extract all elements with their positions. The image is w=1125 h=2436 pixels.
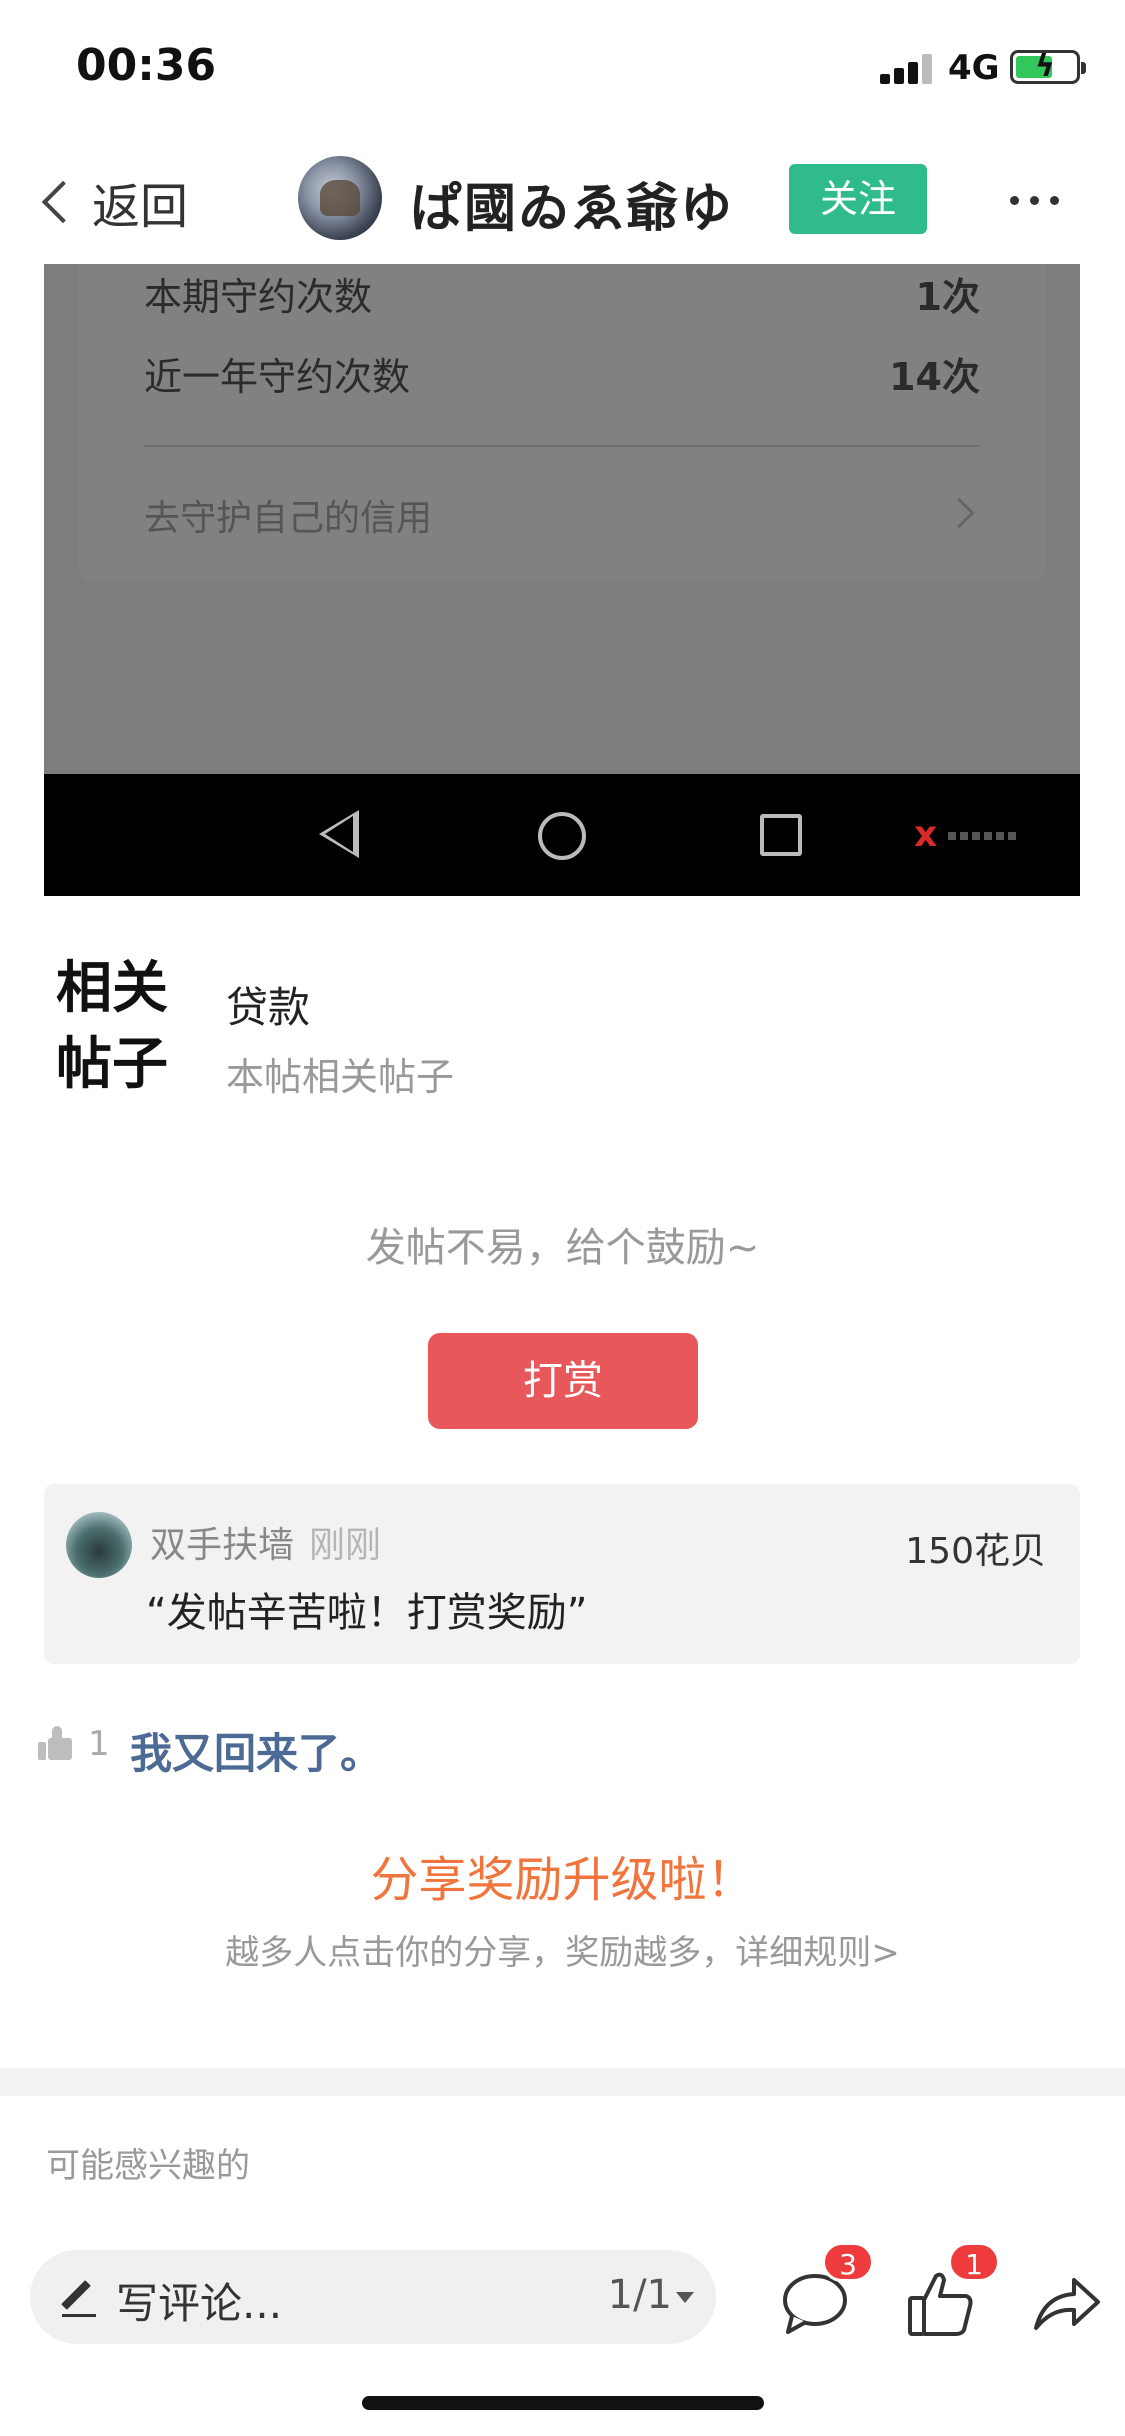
share-button[interactable]	[1030, 2266, 1104, 2340]
related-brand-line2: 帖子	[56, 1031, 168, 1097]
nav-bar: 返回 ぱ國ゐゑ爺ゆ 关注	[0, 136, 1125, 264]
avatar[interactable]	[66, 1512, 132, 1578]
comments-button[interactable]: 3	[778, 2242, 874, 2340]
credit-link: 去守护自己的信用	[144, 498, 433, 539]
page-indicator[interactable]: 1/1	[608, 2272, 672, 2318]
related-posts[interactable]: 相关 帖子 贷款 本帖相关帖子	[56, 950, 1066, 1100]
like-badge: 1	[948, 2242, 1000, 2282]
status-bar: 00:36 4G ϟ	[0, 0, 1125, 136]
reward-amount: 150花贝	[905, 1531, 1046, 1572]
signal-icon	[880, 54, 936, 84]
credit-card-panel: 本期守约次数 1次 近一年守约次数 14次 去守护自己的信用	[78, 264, 1046, 582]
reward-button[interactable]: 打赏	[428, 1333, 698, 1429]
pencil-icon	[58, 2276, 98, 2317]
related-brand: 相关 帖子	[56, 950, 168, 1102]
post-image[interactable]: 本期守约次数 1次 近一年守约次数 14次 去守护自己的信用 x	[44, 264, 1080, 896]
battery-icon: ϟ	[1010, 49, 1086, 84]
more-icon[interactable]	[1010, 196, 1060, 206]
author-avatar[interactable]	[298, 156, 382, 240]
watermark-logo: x	[914, 814, 1024, 855]
row-label: 本期守约次数	[144, 275, 373, 319]
comment-item: 1 我又回来了。	[38, 1720, 1038, 1780]
share-rules-link[interactable]: 越多人点击你的分享，奖励越多，详细规则>	[0, 1925, 1125, 1974]
back-label: 返回	[92, 179, 189, 235]
author-name[interactable]: ぱ國ゐゑ爺ゆ	[410, 166, 734, 241]
back-button[interactable]: 返回	[36, 172, 188, 235]
back-chevron-icon	[41, 180, 85, 224]
bottom-bar: 写评论... 1/1 3 1	[0, 2230, 1125, 2380]
caret-down-icon	[676, 2292, 694, 2303]
section-divider	[0, 2068, 1125, 2096]
comment-badge: 3	[822, 2242, 874, 2282]
share-title[interactable]: 分享奖励升级啦！	[0, 1840, 1125, 1910]
chevron-right-icon	[943, 497, 975, 529]
related-brand-line1: 相关	[56, 955, 168, 1021]
reward-record: 双手扶墙 刚刚 150花贝 “发帖辛苦啦！打赏奖励”	[44, 1484, 1080, 1664]
follow-button[interactable]: 关注	[789, 164, 927, 234]
android-recent-icon	[760, 814, 802, 856]
reward-time: 刚刚	[309, 1525, 382, 1566]
reward-message: “发帖辛苦啦！打赏奖励”	[146, 1590, 588, 1636]
like-button[interactable]: 1	[904, 2242, 1000, 2340]
home-indicator	[362, 2396, 764, 2410]
reward-user[interactable]: 双手扶墙	[150, 1516, 294, 1568]
thumb-up-icon[interactable]	[38, 1726, 74, 1762]
related-subtitle: 本帖相关帖子	[226, 1055, 455, 1099]
related-tag[interactable]: 贷款	[226, 974, 310, 1035]
row-label: 近一年守约次数	[144, 355, 411, 399]
status-time: 00:36	[76, 40, 217, 91]
divider	[144, 445, 980, 447]
android-home-icon	[538, 812, 586, 860]
row-value: 1次	[915, 275, 980, 319]
encourage-text: 发帖不易，给个鼓励~	[365, 1225, 760, 1271]
comment-text[interactable]: 我又回来了。	[130, 1720, 382, 1781]
network-label: 4G	[948, 48, 1000, 88]
android-back-icon	[319, 810, 359, 858]
like-count: 1	[88, 1724, 110, 1764]
recommend-label: 可能感兴趣的	[46, 2146, 250, 2186]
android-nav-bar: x	[44, 774, 1080, 896]
comment-input[interactable]: 写评论... 1/1	[30, 2250, 716, 2344]
share-icon	[1034, 2278, 1100, 2330]
comment-placeholder: 写评论...	[116, 2279, 283, 2328]
row-value: 14次	[889, 355, 980, 399]
